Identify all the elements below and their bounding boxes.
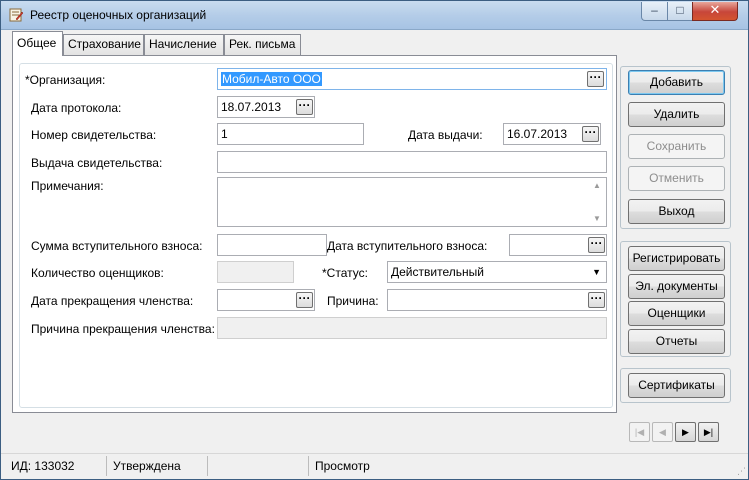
entry-fee-field[interactable] (217, 234, 327, 256)
first-record-button[interactable]: |◀ (629, 422, 650, 442)
resize-grip-icon[interactable]: ⋰ (737, 466, 746, 477)
app-icon (9, 8, 24, 22)
termination-reason-label: Причина прекращения членства: (31, 322, 215, 336)
appraisers-button[interactable]: Оценщики (628, 301, 725, 326)
reports-button[interactable]: Отчеты (628, 329, 725, 354)
edocs-button[interactable]: Эл. документы (628, 274, 725, 299)
status-record-state: Утверждена (113, 459, 181, 473)
protocol-date-label: Дата протокола: (31, 101, 122, 115)
termination-date-label: Дата прекращения членства: (31, 294, 194, 308)
add-button[interactable]: Добавить (628, 70, 725, 95)
next-record-button[interactable]: ▶ (675, 422, 696, 442)
status-separator (207, 456, 208, 476)
register-button[interactable]: Регистрировать (628, 246, 725, 271)
reason-label: Причина: (327, 294, 379, 308)
organization-field[interactable]: Мобил-Авто ООО (217, 68, 607, 90)
maximize-button[interactable]: □ (667, 2, 693, 21)
status-separator (106, 456, 107, 476)
last-record-button[interactable]: ▶| (698, 422, 719, 442)
organization-ellipsis-button[interactable]: ··· (587, 71, 604, 87)
status-value: Действительный (391, 265, 484, 279)
minimize-icon: – (651, 3, 658, 17)
notes-scrollbar[interactable]: ▲ ▼ (589, 179, 605, 225)
termination-date-ellipsis-button[interactable]: ··· (296, 292, 313, 308)
exit-button[interactable]: Выход (628, 199, 725, 224)
notes-label: Примечания: (31, 179, 104, 193)
reason-field[interactable] (387, 289, 607, 311)
title-bar[interactable]: Реестр оценочных организаций – □ ✕ (1, 1, 748, 30)
status-label: *Статус: (322, 266, 368, 280)
certificate-number-field[interactable]: 1 (217, 123, 364, 145)
status-empty-cell (210, 457, 214, 475)
scroll-down-icon[interactable]: ▼ (589, 214, 605, 223)
organization-value: Мобил-Авто ООО (221, 72, 322, 86)
close-button[interactable]: ✕ (692, 2, 738, 21)
status-mode: Просмотр (315, 459, 370, 473)
issue-date-label: Дата выдачи: (408, 128, 483, 142)
certificates-button[interactable]: Сертификаты (628, 373, 725, 398)
entry-fee-label: Сумма вступительного взноса: (31, 239, 203, 253)
reason-ellipsis-button[interactable]: ··· (588, 292, 605, 308)
save-button[interactable]: Сохранить (628, 134, 725, 159)
tab-insurance[interactable]: Страхование (63, 34, 144, 55)
tab-charges[interactable]: Начисление (144, 34, 224, 55)
certificate-issue-label: Выдача свидетельства: (31, 156, 163, 170)
status-bar: ИД: 133032 Утверждена Просмотр ⋰ (1, 453, 748, 479)
certificate-issue-field[interactable] (217, 151, 607, 173)
issue-date-ellipsis-button[interactable]: ··· (582, 126, 599, 142)
entry-fee-date-label: Дата вступительного взноса: (327, 239, 488, 253)
entry-fee-date-ellipsis-button[interactable]: ··· (588, 237, 605, 253)
certificate-number-label: Номер свидетельства: (31, 128, 157, 142)
termination-reason-field (217, 317, 607, 339)
tab-letters[interactable]: Рек. письма (224, 34, 301, 55)
maximize-icon: □ (676, 3, 684, 17)
status-select[interactable]: Действительный ▼ (387, 261, 607, 283)
scroll-up-icon[interactable]: ▲ (589, 181, 605, 190)
chevron-down-icon[interactable]: ▼ (592, 262, 601, 282)
appraisers-count-label: Количество оценщиков: (31, 266, 164, 280)
tab-general[interactable]: Общее (12, 31, 63, 56)
organization-label: *Организация: (25, 73, 106, 87)
delete-button[interactable]: Удалить (628, 102, 725, 127)
protocol-date-ellipsis-button[interactable]: ··· (296, 99, 313, 115)
cancel-button[interactable]: Отменить (628, 166, 725, 191)
minimize-button[interactable]: – (641, 2, 668, 21)
close-icon: ✕ (709, 2, 721, 17)
main-window: Реестр оценочных организаций – □ ✕ Общее… (0, 0, 749, 480)
status-separator (308, 456, 309, 476)
notes-textarea[interactable] (217, 177, 607, 227)
status-record-id: ИД: 133032 (11, 459, 75, 473)
appraisers-count-field (217, 261, 294, 283)
prev-record-button[interactable]: ◀ (652, 422, 673, 442)
window-title: Реестр оценочных организаций (30, 8, 207, 22)
